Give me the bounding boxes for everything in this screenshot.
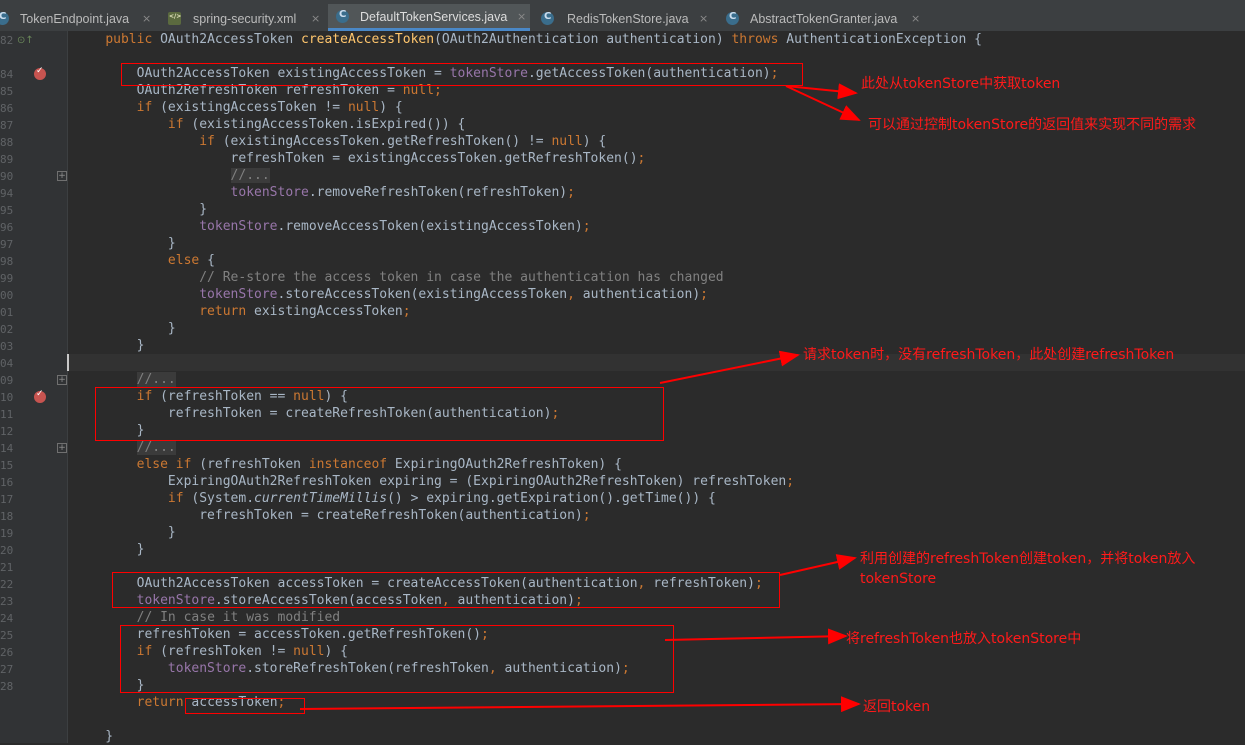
arrow-to-note6 — [299, 696, 861, 713]
arrow-to-note3 — [659, 350, 800, 384]
arrow-to-note2 — [785, 85, 861, 121]
arrow-to-note4 — [779, 554, 857, 576]
annotation-note-create-refresh: 请求token时，没有refreshToken，此处创建refreshToken — [803, 347, 1175, 363]
annotation-note-store-refresh: 将refreshToken也放入tokenStore中 — [846, 631, 1082, 647]
annotation-note-control-store: 可以通过控制tokenStore的返回值来实现不同的需求 — [868, 117, 1197, 133]
annotation-note-create-token-line2: tokenStore — [860, 571, 937, 587]
annotation-note-return-token: 返回token — [863, 699, 931, 715]
arrow-to-note5 — [664, 628, 848, 645]
annotation-note-create-token-line1: 利用创建的refreshToken创建token，并将token放入 — [860, 551, 1196, 567]
annotation-note-get-token: 此处从tokenStore中获取token — [861, 76, 1061, 92]
